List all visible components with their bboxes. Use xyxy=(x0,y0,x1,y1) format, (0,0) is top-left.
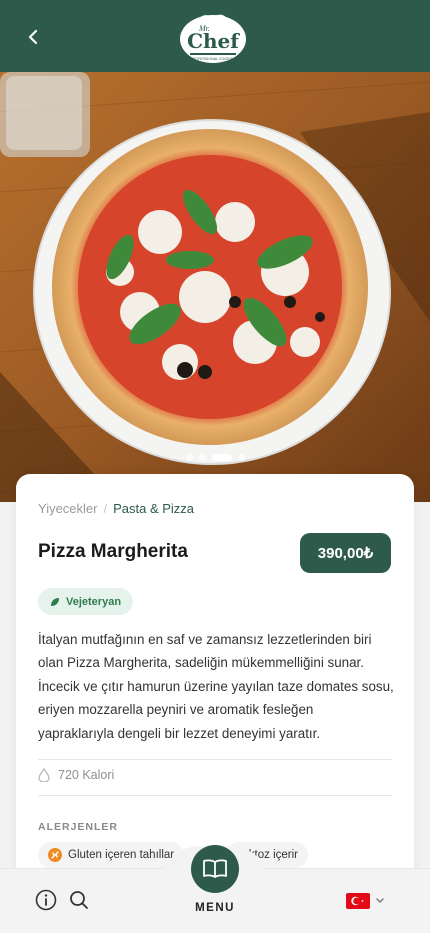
info-icon[interactable] xyxy=(35,889,57,911)
calories-value: 720 Kalori xyxy=(58,768,115,782)
menu-label[interactable]: MENU xyxy=(191,902,239,914)
back-button[interactable] xyxy=(18,22,48,52)
carousel-dot[interactable] xyxy=(185,454,193,461)
description-line: yapraklarıyla dengeli bir lezzet deneyim… xyxy=(38,725,321,741)
calories-row: 720 Kalori xyxy=(38,768,114,782)
book-icon xyxy=(203,859,227,878)
breadcrumb-separator: / xyxy=(103,501,108,516)
svg-text:Chef: Chef xyxy=(187,29,240,53)
breadcrumb-current[interactable]: Pasta & Pizza xyxy=(113,501,194,516)
divider xyxy=(38,759,392,760)
breadcrumb-parent[interactable]: Yiyecekler xyxy=(38,501,97,516)
chevron-down-icon xyxy=(376,898,384,903)
brand-logo: Mr. Chef PROFESSIONAL COOKING xyxy=(176,8,250,66)
allergen-label: Gluten içeren tahıllar xyxy=(68,849,175,861)
wheat-icon xyxy=(48,848,62,862)
price-badge: 390,00₺ xyxy=(300,533,391,573)
carousel-indicator xyxy=(0,454,430,461)
search-icon[interactable] xyxy=(68,889,90,911)
turkey-flag-icon xyxy=(346,893,370,909)
carousel-dot[interactable] xyxy=(198,454,206,461)
description-line: eriyen mozzarella peyniri ve aromatik fe… xyxy=(38,702,314,718)
top-bar: Mr. Chef PROFESSIONAL COOKING xyxy=(0,0,430,72)
description-line: İtalyan mutfağının en saf ve zamansız le… xyxy=(38,632,372,647)
chevron-left-icon xyxy=(28,29,38,45)
vegetarian-badge: Vejeteryan xyxy=(38,588,134,615)
carousel-dot-active[interactable] xyxy=(211,454,232,461)
product-title: Pizza Margherita xyxy=(38,541,188,562)
language-selector[interactable] xyxy=(346,893,384,909)
menu-button[interactable] xyxy=(191,845,239,893)
badge-label: Vejeteryan xyxy=(66,595,122,608)
product-image[interactable] xyxy=(0,72,430,502)
description-line: İncecik ve çıtır hamurun üzerine yayılan… xyxy=(38,678,394,694)
breadcrumb: Yiyecekler / Pasta & Pizza xyxy=(38,501,194,516)
divider xyxy=(38,795,392,796)
drop-icon xyxy=(38,768,50,782)
allergens-heading: ALERJENLER xyxy=(38,821,119,833)
allergen-chip-gluten: Gluten içeren tahıllar xyxy=(38,842,185,868)
carousel-dot[interactable] xyxy=(237,454,245,461)
product-description: İtalyan mutfağının en saf ve zamansız le… xyxy=(38,628,394,745)
description-line: olan Pizza Margherita, sadeliğin mükemme… xyxy=(38,655,364,671)
svg-text:PROFESSIONAL COOKING: PROFESSIONAL COOKING xyxy=(190,57,236,61)
leaf-icon xyxy=(51,597,59,606)
